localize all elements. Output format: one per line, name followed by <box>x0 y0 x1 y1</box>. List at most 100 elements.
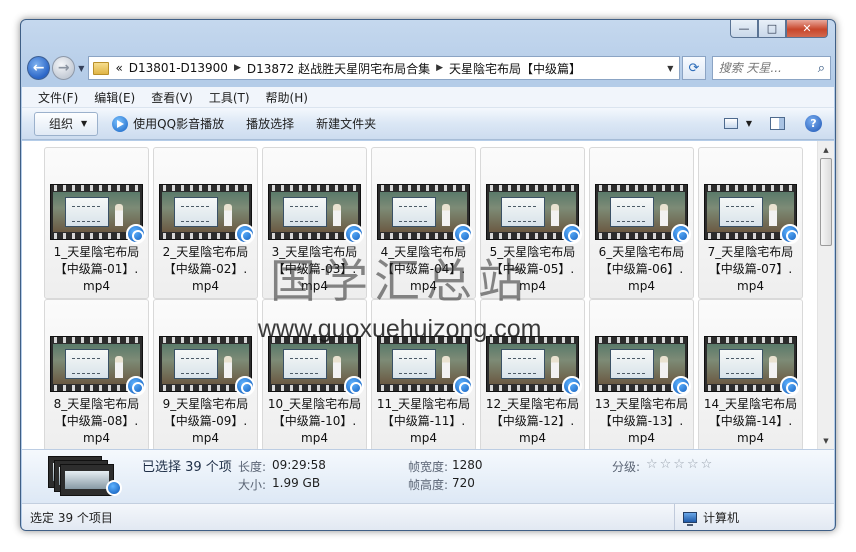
status-location: 计算机 <box>674 504 740 530</box>
file-name-line: mp4 <box>628 279 655 293</box>
breadcrumb-overflow[interactable]: « <box>115 61 122 75</box>
file-item[interactable]: 9_天星陰宅布局 【中级篇-09】. mp4 <box>153 299 258 451</box>
menu-view[interactable]: 查看(V) <box>151 89 193 106</box>
video-frame <box>489 192 576 232</box>
file-name-line: 【中级篇-08】. <box>54 414 139 428</box>
address-bar[interactable]: « D13801-D13900 ▶ D13872 赵战胜天星阴宅布局合集 ▶ 天… <box>88 56 681 80</box>
lecturer-image <box>224 356 232 378</box>
video-frame <box>598 192 685 232</box>
organize-button[interactable]: 组织 ▼ <box>34 111 99 136</box>
file-name-line: mp4 <box>301 431 328 445</box>
length-label: 长度: <box>238 460 267 474</box>
refresh-button[interactable]: ⟳ <box>682 56 706 80</box>
qq-video-badge-icon <box>126 376 146 396</box>
navigation-bar: ← → ▼ « D13801-D13900 ▶ D13872 赵战胜天星阴宅布局… <box>27 54 832 82</box>
qq-video-badge-icon <box>235 224 255 244</box>
menu-file[interactable]: 文件(F) <box>38 89 78 106</box>
file-name-line: 1_天星陰宅布局 <box>53 245 140 259</box>
menu-tools[interactable]: 工具(T) <box>209 89 250 106</box>
play-with-qq-button[interactable]: 使用QQ影音播放 <box>104 112 232 136</box>
frame-height-label: 帧高度: <box>408 478 449 492</box>
change-view-icon[interactable] <box>723 118 738 129</box>
menu-edit[interactable]: 编辑(E) <box>94 89 135 106</box>
play-selection-button[interactable]: 播放选择 <box>238 112 302 136</box>
qq-video-badge-icon <box>344 376 364 396</box>
address-dropdown-icon[interactable]: ▼ <box>667 64 673 73</box>
scroll-thumb[interactable] <box>820 158 832 246</box>
whiteboard-image <box>174 197 218 227</box>
size-label: 大小: <box>238 478 267 492</box>
qq-video-badge-icon <box>780 224 800 244</box>
watermark-chinese: 国学汇总站 <box>270 254 530 308</box>
qq-video-badge-icon <box>453 376 473 396</box>
lecturer-image <box>442 356 450 378</box>
back-button[interactable]: ← <box>27 56 51 80</box>
file-name: 8_天星陰宅布局 【中级篇-08】. mp4 <box>45 396 148 447</box>
forward-button[interactable]: → <box>52 56 76 80</box>
help-icon[interactable]: ? <box>805 115 822 132</box>
search-icon[interactable]: ⌕ <box>818 61 825 76</box>
file-item[interactable]: 14_天星陰宅布局 【中级篇-14】. mp4 <box>698 299 803 451</box>
video-frame <box>162 192 249 232</box>
file-name: 9_天星陰宅布局 【中级篇-09】. mp4 <box>154 396 257 447</box>
file-item[interactable]: 7_天星陰宅布局 【中级篇-07】. mp4 <box>698 147 803 299</box>
view-options-dropdown-icon[interactable]: ▼ <box>746 119 752 128</box>
breadcrumb-separator-icon[interactable]: ▶ <box>234 63 241 73</box>
computer-icon <box>683 512 697 526</box>
file-name: 7_天星陰宅布局 【中级篇-07】. mp4 <box>699 244 802 295</box>
file-item[interactable]: 2_天星陰宅布局 【中级篇-02】. mp4 <box>153 147 258 299</box>
file-name: 2_天星陰宅布局 【中级篇-02】. mp4 <box>154 244 257 295</box>
breadcrumb-item-2[interactable]: 天星陰宅布局【中级篇】 <box>449 60 581 77</box>
file-name: 10_天星陰宅布局 【中级篇-10】. mp4 <box>263 396 366 447</box>
scroll-down-icon[interactable]: ▼ <box>818 432 834 449</box>
preview-pane-icon[interactable] <box>770 117 785 130</box>
file-list-area: 1_天星陰宅布局 【中级篇-01】. mp4 2_天星陰宅布局 【中级篇-02】. mp4… <box>22 141 834 451</box>
maximize-button[interactable]: □ <box>758 20 786 38</box>
rating-label: 分级: <box>612 460 641 474</box>
new-folder-button[interactable]: 新建文件夹 <box>308 112 384 136</box>
close-button[interactable]: ✕ <box>786 20 828 38</box>
file-item[interactable]: 8_天星陰宅布局 【中级篇-08】. mp4 <box>44 299 149 451</box>
file-item[interactable]: 6_天星陰宅布局 【中级篇-06】. mp4 <box>589 147 694 299</box>
file-name-line: mp4 <box>519 431 546 445</box>
whiteboard-image <box>283 197 327 227</box>
whiteboard-image <box>392 197 436 227</box>
whiteboard-image <box>501 349 545 379</box>
search-input[interactable] <box>718 61 811 75</box>
menu-bar: 文件(F) 编辑(E) 查看(V) 工具(T) 帮助(H) <box>22 87 834 108</box>
lecturer-image <box>115 204 123 226</box>
file-name-line: 9_天星陰宅布局 <box>162 397 249 411</box>
qq-video-badge-icon <box>671 224 691 244</box>
file-name-line: 【中级篇-13】. <box>599 414 684 428</box>
rating-stars[interactable]: ☆☆☆☆☆ <box>646 457 714 472</box>
file-name-line: 12_天星陰宅布局 <box>485 397 580 411</box>
breadcrumb-item-1[interactable]: D13872 赵战胜天星阴宅布局合集 <box>247 60 430 77</box>
file-name-line: 6_天星陰宅布局 <box>598 245 685 259</box>
video-frame <box>271 344 358 384</box>
vertical-scrollbar[interactable]: ▲ ▼ <box>817 141 834 449</box>
qq-video-badge-icon <box>671 376 691 396</box>
search-box[interactable]: ⌕ <box>711 56 832 80</box>
video-frame <box>162 344 249 384</box>
selection-thumbnail <box>48 456 122 496</box>
lecturer-image <box>333 356 341 378</box>
scroll-up-icon[interactable]: ▲ <box>818 141 834 158</box>
minimize-button[interactable]: — <box>730 20 758 38</box>
file-name-line: 【中级篇-06】. <box>599 262 684 276</box>
file-name-line: 【中级篇-02】. <box>163 262 248 276</box>
video-frame <box>53 344 140 384</box>
menu-help[interactable]: 帮助(H) <box>266 89 308 106</box>
whiteboard-image <box>501 197 545 227</box>
video-frame <box>271 192 358 232</box>
video-frame <box>380 192 467 232</box>
status-bar: 选定 39 个项目 计算机 <box>22 503 834 530</box>
breadcrumb-item-0[interactable]: D13801-D13900 <box>129 61 228 75</box>
recent-pages-dropdown-icon[interactable]: ▼ <box>78 64 84 73</box>
view-controls: ▼ ? <box>723 115 822 132</box>
file-item[interactable]: 13_天星陰宅布局 【中级篇-13】. mp4 <box>589 299 694 451</box>
file-name-line: 10_天星陰宅布局 <box>267 397 362 411</box>
breadcrumb-separator-icon[interactable]: ▶ <box>436 63 443 73</box>
whiteboard-image <box>610 349 654 379</box>
file-item[interactable]: 1_天星陰宅布局 【中级篇-01】. mp4 <box>44 147 149 299</box>
status-location-label: 计算机 <box>703 511 740 525</box>
